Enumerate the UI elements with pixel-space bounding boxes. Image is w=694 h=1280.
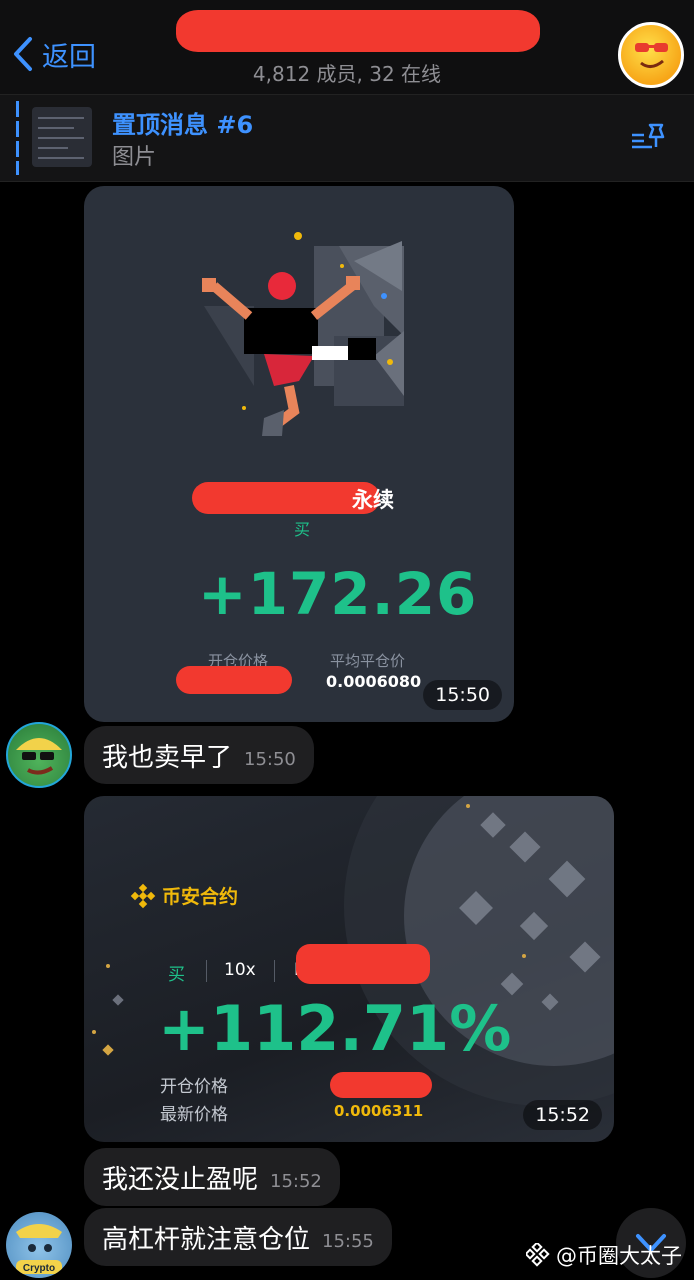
message-bubble[interactable]: 高杠杆就注意仓位 15:55 — [84, 1208, 392, 1266]
latest-price-label: 最新价格 — [160, 1105, 228, 1125]
message-timestamp: 15:52 — [523, 1100, 602, 1130]
message-timestamp: 15:50 — [423, 680, 502, 710]
pinned-message-bar[interactable]: 置顶消息 #6 图片 — [0, 94, 694, 182]
binance-logo: 币安合约 — [130, 882, 238, 909]
position-title-suffix: 永续 — [352, 488, 394, 512]
chat-avatar[interactable] — [618, 22, 684, 88]
redacted-pair-name — [296, 944, 430, 984]
message-text: 我也卖早了 — [102, 742, 233, 773]
leverage-label: 10x — [224, 960, 256, 980]
brand-name: 币安合约 — [162, 886, 239, 908]
trader-illustration — [202, 232, 404, 436]
message-text: 高杠杆就注意仓位 — [102, 1224, 311, 1255]
user-avatar-pepe[interactable] — [6, 722, 72, 788]
binance-icon — [130, 883, 156, 908]
pnl-value: +172.26 — [198, 560, 478, 628]
pinned-thumbnail — [32, 107, 92, 167]
message-time: 15:50 — [244, 748, 296, 770]
image-message-pnl-card[interactable]: 永续 买 +172.26 开仓价格 平均平仓价 0.0006080 15:50 — [84, 186, 514, 722]
user-avatar-crypto[interactable]: Crypto — [6, 1212, 72, 1278]
message-time: 15:55 — [322, 1230, 374, 1252]
pinned-indicator — [16, 101, 19, 175]
crypto-badge-text: Crypto — [23, 1263, 55, 1274]
close-price-value: 0.0006080 — [326, 672, 422, 691]
pinned-title: 置顶消息 #6 — [112, 111, 254, 139]
watermark-text: @币圈大太子 — [556, 1244, 682, 1268]
redacted-chat-title — [176, 10, 540, 52]
pnl-percent: +112.71% — [158, 992, 512, 1065]
divider — [206, 960, 207, 982]
divider — [274, 960, 275, 982]
latest-price-value: 0.0006311 — [334, 1102, 424, 1120]
message-text: 我还没止盈呢 — [102, 1164, 259, 1195]
side-label: 买 — [294, 520, 311, 539]
watermark: @币圈大太子 — [526, 1240, 682, 1270]
close-price-label: 平均平仓价 — [330, 652, 406, 670]
message-bubble[interactable]: 我也卖早了 15:50 — [84, 726, 314, 784]
message-time: 15:52 — [270, 1170, 322, 1192]
pin-list-icon[interactable] — [630, 121, 668, 157]
chat-header: 返回 4,812 成员, 32 在线 — [0, 0, 694, 94]
redacted-open-price — [176, 666, 292, 694]
redacted-open-price — [330, 1072, 432, 1098]
crypto-avatar-icon: Crypto — [16, 1224, 62, 1274]
message-bubble[interactable]: 我还没止盈呢 15:52 — [84, 1148, 340, 1206]
pinned-subtitle: 图片 — [112, 145, 157, 170]
image-message-futures-card[interactable]: 币安合约 买 10x D +112.71% 开仓价格 最新价格 0.000631… — [84, 796, 614, 1142]
binance-square-icon — [526, 1243, 550, 1267]
open-price-label: 开仓价格 — [160, 1077, 228, 1097]
pepe-avatar-icon — [16, 738, 62, 775]
member-count: 4,812 成员, 32 在线 — [252, 62, 442, 86]
side-label: 买 — [168, 965, 185, 985]
sun-face-icon — [635, 43, 668, 68]
